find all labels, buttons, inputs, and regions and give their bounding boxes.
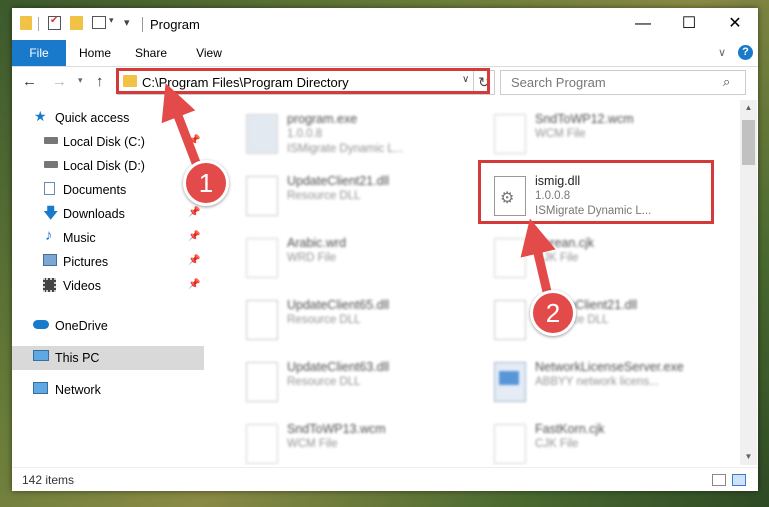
annotation-arrows — [161, 83, 556, 298]
arrow-to-address-bar — [161, 83, 203, 170]
step-2-badge: 2 — [530, 290, 576, 336]
step-1-badge: 1 — [183, 160, 229, 206]
arrow-to-ismig-dll — [520, 218, 556, 298]
